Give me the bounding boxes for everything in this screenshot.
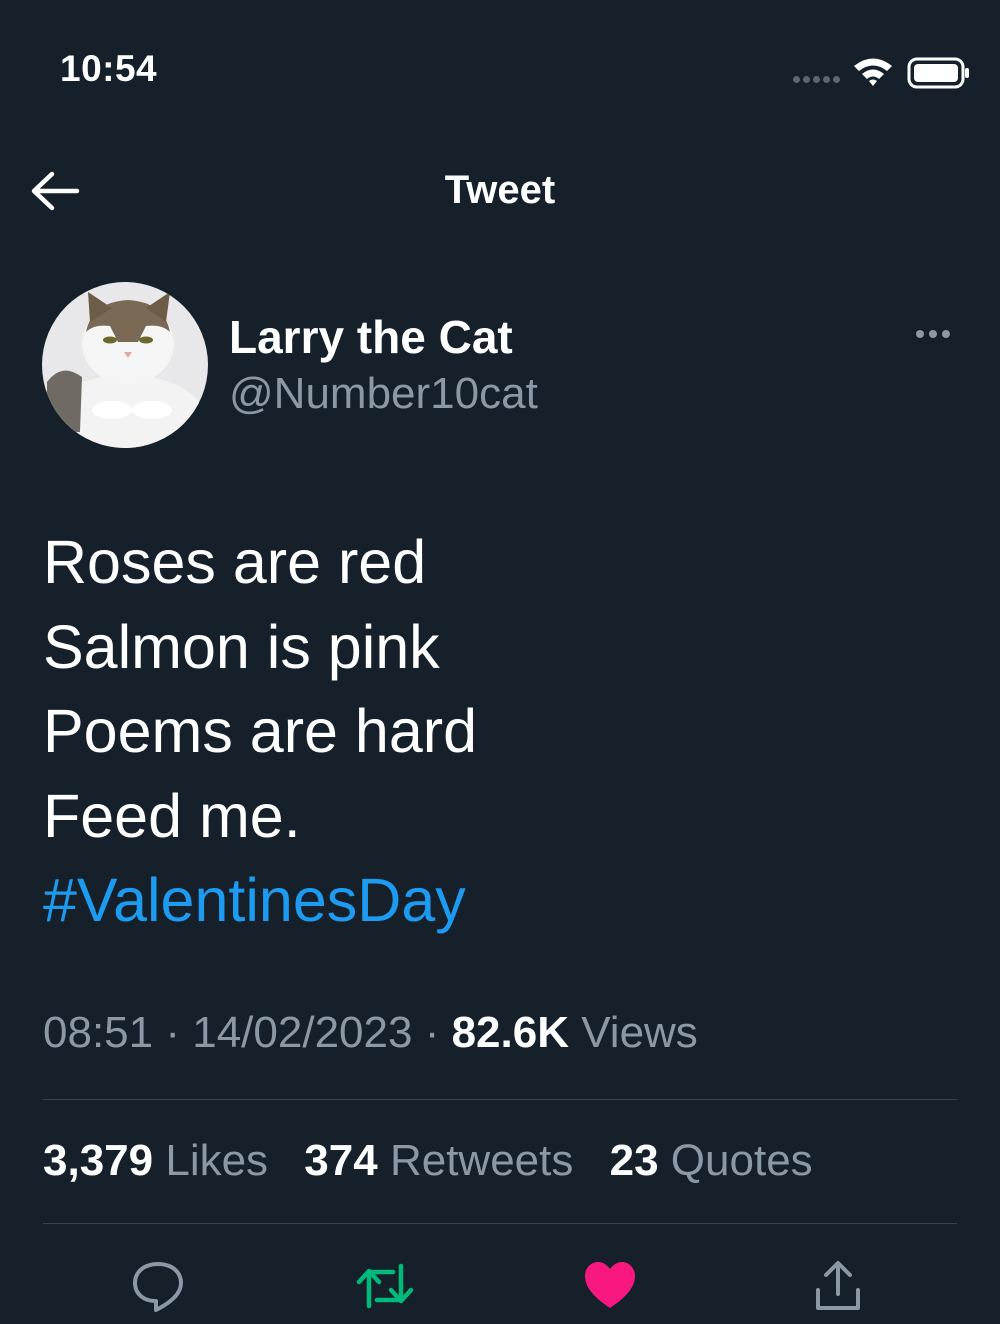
- divider: [43, 1099, 957, 1100]
- meta-separator: ·: [165, 1008, 180, 1057]
- retweets-label: Retweets: [389, 1136, 574, 1185]
- views-count: 82.6K: [451, 1008, 569, 1057]
- back-button[interactable]: [28, 168, 82, 214]
- wifi-icon: [852, 55, 894, 92]
- quotes-label: Quotes: [670, 1136, 813, 1185]
- arrow-left-icon: [31, 171, 80, 211]
- like-button[interactable]: [582, 1258, 638, 1314]
- tweet-line: Feed me.: [43, 781, 301, 850]
- likes-count: 3,379: [43, 1136, 154, 1185]
- avatar[interactable]: [42, 282, 208, 448]
- battery-icon: [907, 57, 971, 94]
- quotes-count: 23: [609, 1136, 659, 1185]
- tweet-time: 08:51: [43, 1008, 154, 1057]
- status-bar-time: 10:54: [60, 48, 158, 89]
- hashtag-link[interactable]: #ValentinesDay: [43, 858, 477, 943]
- author-display-name[interactable]: Larry the Cat: [229, 310, 513, 364]
- likes-stat[interactable]: 3,379 Likes: [43, 1136, 268, 1185]
- more-options-button[interactable]: [912, 326, 954, 342]
- retweet-icon: [356, 1263, 414, 1309]
- share-icon: [816, 1261, 860, 1310]
- tweet-line: Poems are hard: [43, 697, 477, 765]
- share-button[interactable]: [810, 1258, 866, 1314]
- retweet-button[interactable]: [355, 1258, 414, 1314]
- tweet-line: Roses are red: [43, 528, 427, 596]
- author-handle[interactable]: @Number10cat: [229, 369, 538, 419]
- quotes-stat[interactable]: 23 Quotes: [610, 1136, 813, 1185]
- views-label: Views: [581, 1008, 698, 1057]
- signal-icon: [793, 76, 840, 83]
- engagement-stats: 3,379 Likes 374 Retweets 23 Quotes: [43, 1136, 837, 1186]
- tweet-date: 14/02/2023: [192, 1008, 413, 1057]
- views-link[interactable]: 82.6K Views: [452, 1008, 698, 1057]
- reply-button[interactable]: [130, 1258, 186, 1314]
- tweet-meta: 08:51 · 14/02/2023 · 82.6K Views: [43, 1008, 698, 1058]
- page-title: Tweet: [444, 168, 556, 212]
- tweet-line: Salmon is pink: [43, 612, 440, 681]
- more-horizontal-icon: [916, 330, 924, 338]
- tweet-text: Roses are red Salmon is pink Poems are h…: [43, 520, 477, 943]
- likes-label: Likes: [165, 1136, 269, 1185]
- divider: [43, 1223, 957, 1224]
- retweets-stat[interactable]: 374 Retweets: [304, 1136, 573, 1185]
- heart-icon: [585, 1262, 635, 1308]
- meta-separator: ·: [424, 1008, 440, 1057]
- retweets-count: 374: [304, 1136, 378, 1185]
- reply-icon: [133, 1262, 183, 1312]
